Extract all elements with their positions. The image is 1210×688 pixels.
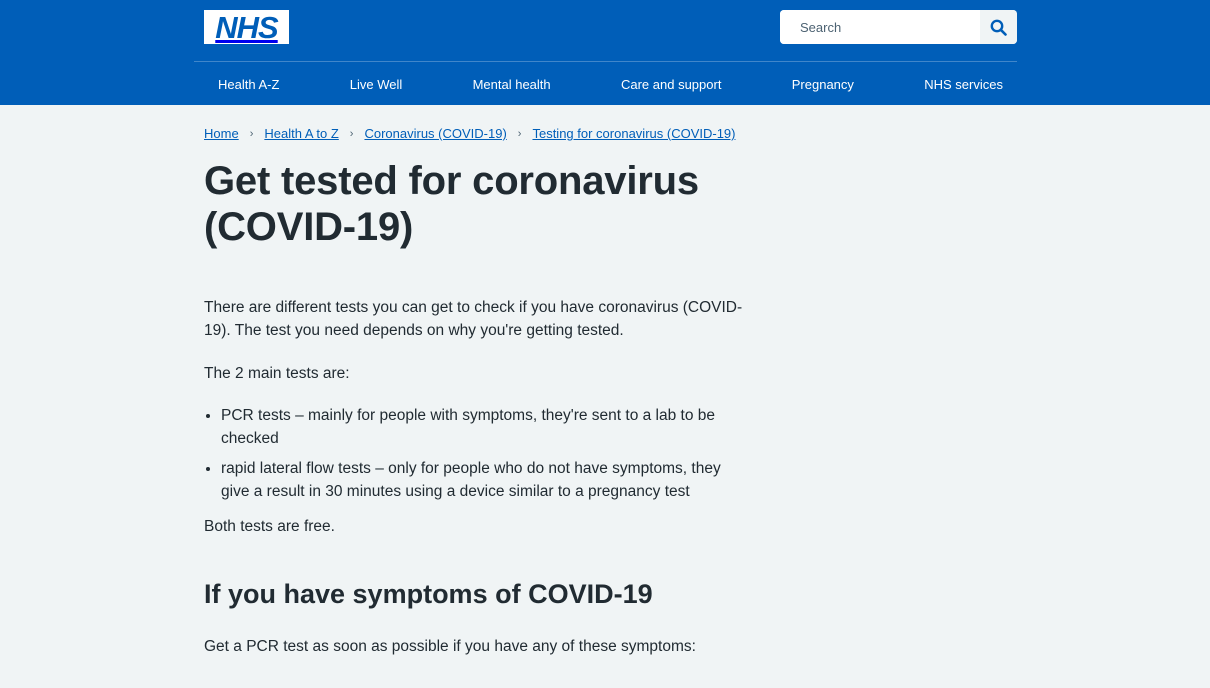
nav-item-live-well[interactable]: Live Well: [350, 75, 403, 92]
chevron-right-icon: ›: [349, 127, 354, 140]
breadcrumb-testing[interactable]: Testing for coronavirus (COVID-19): [532, 126, 735, 141]
chevron-right-icon: ›: [249, 127, 254, 140]
nav-item-care-and-support[interactable]: Care and support: [621, 75, 721, 92]
main-content: Get tested for coronavirus (COVID-19) Th…: [204, 158, 764, 658]
nhs-logo[interactable]: NHS: [204, 10, 289, 44]
chevron-right-icon: ›: [517, 127, 522, 140]
breadcrumb-coronavirus[interactable]: Coronavirus (COVID-19): [364, 126, 506, 141]
search-form: [780, 10, 1017, 44]
symptoms-text: Get a PCR test as soon as possible if yo…: [204, 638, 696, 655]
breadcrumb-home[interactable]: Home: [204, 126, 239, 141]
tests-lead-text: The 2 main tests are:: [204, 365, 350, 382]
intro-paragraph: There are different tests you can get to…: [204, 299, 743, 339]
nav-item-pregnancy[interactable]: Pregnancy: [792, 75, 854, 92]
nav-item-mental-health[interactable]: Mental health: [473, 75, 551, 92]
search-input[interactable]: [780, 10, 980, 44]
nav-item-nhs-services[interactable]: NHS services: [924, 75, 1003, 92]
search-button[interactable]: [980, 10, 1017, 44]
page-title: Get tested for coronavirus (COVID-19): [204, 159, 699, 249]
list-item-pcr-test: PCR tests – mainly for people with sympt…: [221, 404, 744, 450]
tests-free-text: Both tests are free.: [204, 518, 335, 535]
tests-list: PCR tests – mainly for people with sympt…: [204, 404, 744, 503]
breadcrumb: Home › Health A to Z › Coronavirus (COVI…: [204, 126, 735, 141]
list-item-lateral-flow-test: rapid lateral flow tests – only for peop…: [221, 457, 744, 503]
site-header: NHS Health A-Z Live Well Mental health C…: [0, 0, 1210, 105]
breadcrumb-health-a-to-z[interactable]: Health A to Z: [264, 126, 338, 141]
main-nav: Health A-Z Live Well Mental health Care …: [194, 61, 1017, 105]
nav-item-health-a-z[interactable]: Health A-Z: [218, 75, 279, 92]
search-icon: [990, 19, 1007, 36]
symptoms-heading: If you have symptoms of COVID-19: [204, 579, 653, 609]
logo-text: NHS: [215, 9, 278, 45]
